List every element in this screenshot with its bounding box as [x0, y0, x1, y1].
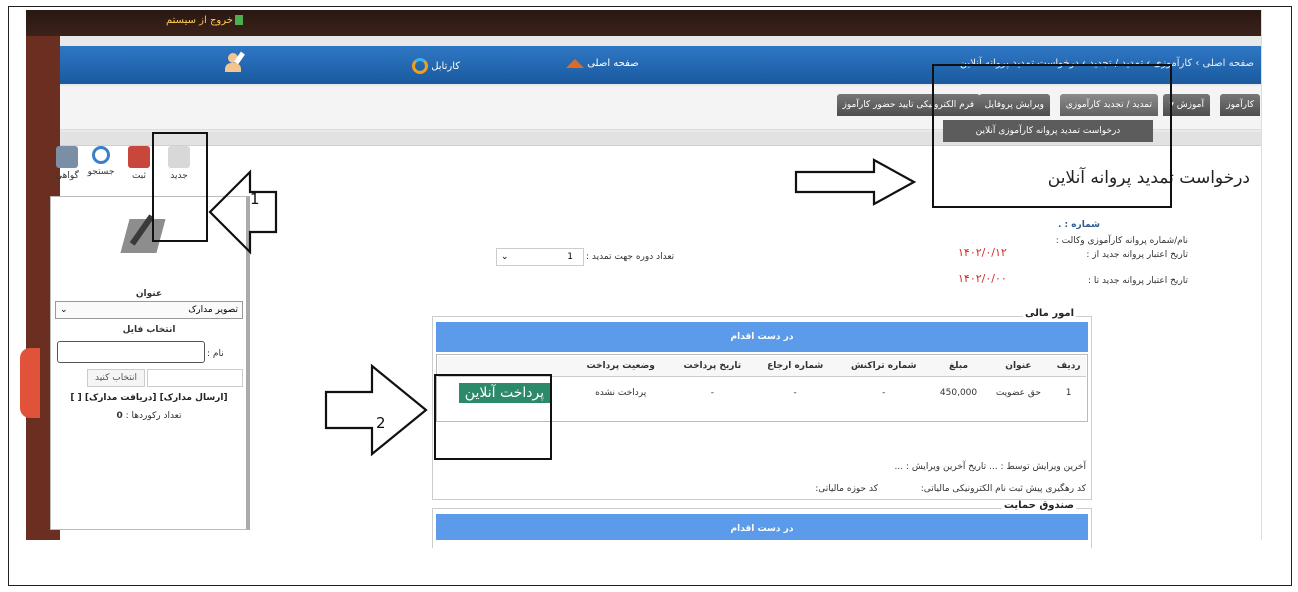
- arrow-right-top-icon: [794, 158, 917, 206]
- annotation-arrows: [208, 158, 917, 457]
- arrow-left-1-icon: [208, 169, 278, 255]
- page: خروج از سیستم کارتابل صفحه اصلی صفحه اصل…: [0, 0, 1298, 592]
- arrow-right-2-icon: [324, 363, 428, 457]
